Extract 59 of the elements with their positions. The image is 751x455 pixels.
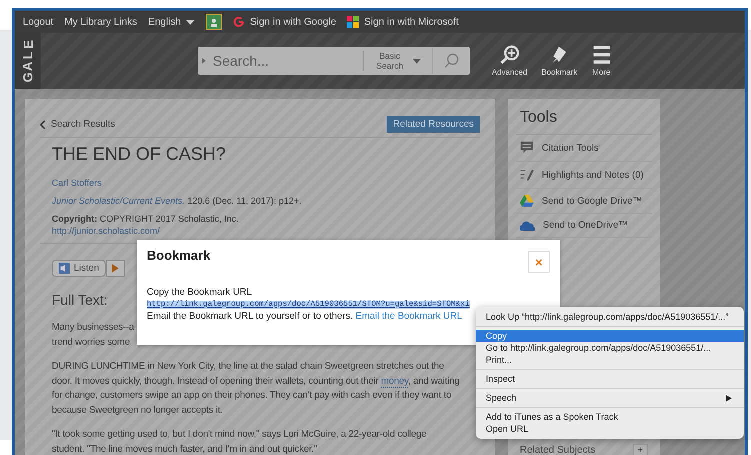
speech-bubble-icon [520,141,534,155]
context-menu-item[interactable]: Go to http://link.galegroup.com/apps/doc/A519036551/... [476,342,744,354]
tool-item[interactable]: Citation Tools [516,135,652,162]
context-menu-item[interactable]: Add to iTunes as a Spoken Track [476,411,744,423]
play-icon [112,264,120,273]
related-resources-button[interactable]: Related Resources [387,116,480,133]
sign-in-link[interactable]: Sign in with Microsoft [347,16,459,28]
four-squares-icon [347,16,360,28]
tool-item[interactable]: Send to Google Drive™ [516,189,652,214]
email-bookmark-link[interactable]: Email the Bookmark URL [356,311,462,322]
cloud-icon [520,220,535,230]
header-action-button[interactable]: Advanced [492,45,528,77]
submenu-arrow-icon [726,394,732,402]
full-text-heading: Full Text: [52,292,108,308]
article-text-line: trend worries some [52,336,130,350]
caret-icon [186,20,196,24]
copy-label: Copy the Bookmark URL [147,287,254,298]
menu-icon [592,45,612,65]
context-menu-item[interactable]: Speech [476,392,744,404]
magnifier-plus-icon [500,45,520,65]
dialog-title: Bookmark [147,248,211,263]
context-menu-item[interactable]: Open URL [476,423,744,435]
tool-item[interactable]: Send to OneDrive™ [516,214,652,238]
context-menu-item[interactable]: Copy [476,330,744,342]
context-menu-item[interactable]: Inspect [476,373,744,385]
triangle-logo-icon [520,195,534,207]
speaker-icon [59,263,70,274]
top-link[interactable]: Logout [23,16,54,28]
copyright-text: Copyright: COPYRIGHT 2017 Scholastic, Inc. [52,214,239,224]
top-link[interactable]: My Library Links [64,16,138,28]
article-title: THE END OF CASH? [52,144,226,165]
classroom-icon[interactable] [206,14,222,30]
citation-text: 120.6 (Dec. 11, 2017): p12+. [188,196,302,206]
logo[interactable]: GALE [15,33,41,89]
context-menu-item[interactable]: Look Up “http://link.galegroup.com/apps/doc/A519036551/...” [476,311,744,323]
listen-button[interactable]: Listen [52,260,106,277]
header-action-button[interactable]: Bookmark [542,45,578,77]
article-text-line: Many businesses--a [52,321,134,335]
search-mode-dropdown[interactable]: Basic Search [363,51,408,71]
search-icon[interactable] [444,53,460,69]
sign-in-link[interactable]: Sign in with Google [233,16,336,28]
expand-button[interactable]: + [632,444,648,455]
search-field[interactable]: Search... Basic Search [198,47,470,75]
pen-lines-icon [520,168,534,182]
tool-item[interactable]: Highlights and Notes (0) [516,162,652,189]
back-link[interactable]: Search Results [40,119,116,130]
tools-heading: Tools [516,109,652,135]
language-dropdown[interactable]: English [148,16,196,28]
small-triangle-icon [202,58,206,64]
chevron-left-icon [40,120,46,130]
letter-g-icon [233,16,246,28]
header-action-button[interactable]: More [592,45,612,77]
context-menu-item[interactable]: Print... [476,354,744,366]
article-paragraph: "It took some getting used to, but I don't mind now," says Lori McGuire, a 22-year-old college student. "The line moves much faster, and I'm in and out quicker." [52,428,428,455]
play-button[interactable] [106,260,126,277]
caret-icon [413,58,421,64]
article-paragraph: DURING LUNCHTIME in New York City, the line at the salad chain Sweetgreen stretches out the door. It moves quickly, though. Instead of opening their wallets, counting out their money, and waiting for change, customers swipe an app on their phones. They can't pay with cash even if they want to because Sweetgreen no longer accepts it. [52,360,460,418]
email-instructions: Email the Bookmark URL to yourself or to others. [147,311,354,322]
related-subjects-heading: Related Subjects [520,444,596,455]
